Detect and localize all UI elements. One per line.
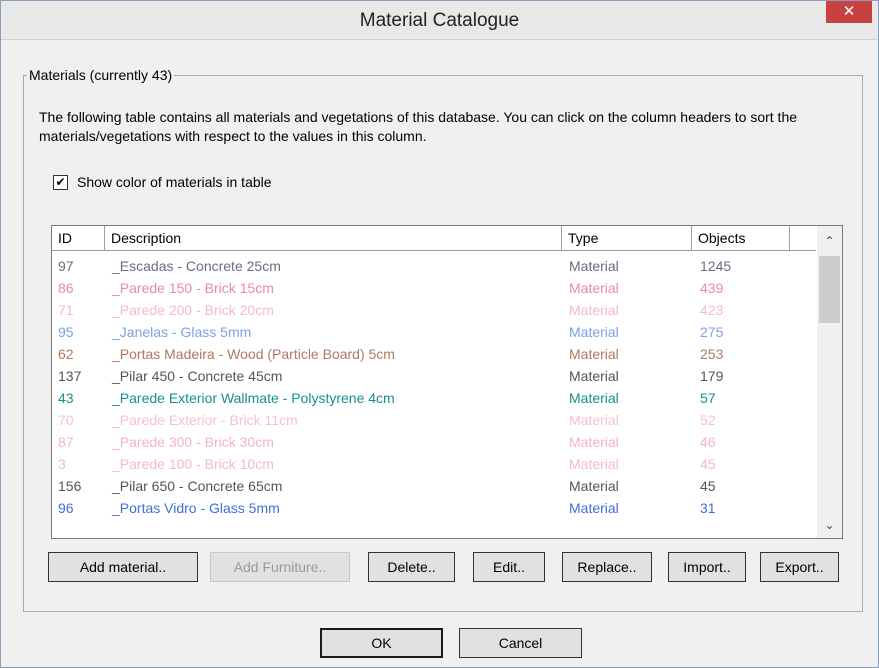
row-description-cell: _Parede 300 - Brick 30cm xyxy=(112,434,274,450)
row-type-cell: Material xyxy=(569,302,619,318)
row-id-cell: 95 xyxy=(58,324,74,340)
row-id-cell: 71 xyxy=(58,302,74,318)
table-row[interactable]: 62 _Portas Madeira - Wood (Particle Board… xyxy=(52,343,816,365)
row-id-cell: 62 xyxy=(58,346,74,362)
materials-group-legend: Materials (currently 43) xyxy=(27,67,175,83)
close-icon: ✕ xyxy=(842,3,856,20)
column-header-id[interactable]: ID xyxy=(52,226,105,250)
show-color-label: Show color of materials in table xyxy=(77,174,272,190)
row-type-cell: Material xyxy=(569,368,619,384)
table-row[interactable]: 95 _Janelas - Glass 5mm Material 275 xyxy=(52,321,816,343)
row-type-cell: Material xyxy=(569,434,619,450)
row-type-cell: Material xyxy=(569,412,619,428)
row-id-cell: 3 xyxy=(58,456,66,472)
row-id-cell: 96 xyxy=(58,500,74,516)
scroll-up-icon[interactable]: ⌃ xyxy=(817,230,842,252)
table-header: ID Description Type Objects xyxy=(52,226,816,251)
scroll-down-icon[interactable]: ⌄ xyxy=(817,514,842,536)
table-row[interactable]: 96 _Portas Vidro - Glass 5mm Material 31 xyxy=(52,497,816,519)
replace-button[interactable]: Replace.. xyxy=(562,552,652,582)
scroll-thumb[interactable] xyxy=(819,256,840,323)
delete-button[interactable]: Delete.. xyxy=(368,552,455,582)
dialog-window: Material Catalogue ✕ Materials (currentl… xyxy=(0,0,879,668)
show-color-checkbox-row[interactable]: ✔ Show color of materials in table xyxy=(53,172,272,192)
edit-button[interactable]: Edit.. xyxy=(473,552,545,582)
column-header-objects[interactable]: Objects xyxy=(692,226,790,250)
row-description-cell: _Pilar 650 - Concrete 65cm xyxy=(112,478,283,494)
row-id-cell: 87 xyxy=(58,434,74,450)
row-objects-cell: 1245 xyxy=(700,258,732,274)
row-id-cell: 70 xyxy=(58,412,74,428)
table-scrollbar[interactable]: ⌃ ⌄ xyxy=(817,226,842,538)
row-type-cell: Material xyxy=(569,280,619,296)
instruction-text: The following table contains all materia… xyxy=(39,109,798,144)
table-row[interactable]: 70 _Parede Exterior - Brick 11cm Material 5… xyxy=(52,409,816,431)
row-id-cell: 86 xyxy=(58,280,74,296)
column-header-description[interactable]: Description xyxy=(105,226,562,250)
row-type-cell: Material xyxy=(569,346,619,362)
table-row[interactable]: 156 _Pilar 650 - Concrete 65cm Material 45 xyxy=(52,475,816,497)
row-objects-cell: 179 xyxy=(700,368,724,384)
ok-button[interactable]: OK xyxy=(320,628,443,658)
window-title: Material Catalogue xyxy=(359,10,520,31)
row-description-cell: _Parede 100 - Brick 10cm xyxy=(112,456,274,472)
row-type-cell: Material xyxy=(569,258,619,274)
row-objects-cell: 439 xyxy=(700,280,724,296)
row-description-cell: _Pilar 450 - Concrete 45cm xyxy=(112,368,283,384)
table-row[interactable]: 43 _Parede Exterior Wallmate - Polystyren… xyxy=(52,387,816,409)
row-description-cell: _Escadas - Concrete 25cm xyxy=(112,258,281,274)
row-objects-cell: 46 xyxy=(700,434,716,450)
row-description-cell: _Parede 200 - Brick 20cm xyxy=(112,302,274,318)
add-material-button[interactable]: Add material.. xyxy=(48,552,198,582)
row-type-cell: Material xyxy=(569,456,619,472)
row-objects-cell: 275 xyxy=(700,324,724,340)
table-row[interactable]: 137 _Pilar 450 - Concrete 45cm Material 179 xyxy=(52,365,816,387)
table-row[interactable]: 3 _Parede 100 - Brick 10cm Material 45 xyxy=(52,453,816,475)
table-row[interactable]: 97 _Escadas - Concrete 25cm Material 1245 xyxy=(52,255,816,277)
checkmark-icon: ✔ xyxy=(55,174,66,189)
row-type-cell: Material xyxy=(569,478,619,494)
row-id-cell: 156 xyxy=(58,478,82,494)
row-type-cell: Material xyxy=(569,324,619,340)
cancel-button[interactable]: Cancel xyxy=(459,628,582,658)
close-button[interactable]: ✕ xyxy=(826,1,872,23)
row-objects-cell: 423 xyxy=(700,302,724,318)
row-objects-cell: 45 xyxy=(700,456,716,472)
export-button[interactable]: Export.. xyxy=(760,552,839,582)
row-description-cell: _Parede 150 - Brick 15cm xyxy=(112,280,274,296)
row-description-cell: _Janelas - Glass 5mm xyxy=(112,324,252,340)
row-id-cell: 43 xyxy=(58,390,74,406)
row-description-cell: _Parede Exterior - Brick 11cm xyxy=(112,412,298,428)
table-body: 97 _Escadas - Concrete 25cm Material 1245 86… xyxy=(52,255,816,519)
row-objects-cell: 57 xyxy=(700,390,716,406)
row-description-cell: _Portas Vidro - Glass 5mm xyxy=(112,500,280,516)
table-row[interactable]: 71 _Parede 200 - Brick 20cm Material 423 xyxy=(52,299,816,321)
add-furniture-button[interactable]: Add Furniture.. xyxy=(210,552,350,582)
row-objects-cell: 253 xyxy=(700,346,724,362)
row-description-cell: _Parede Exterior Wallmate - Polystyrene … xyxy=(112,390,395,406)
column-header-type[interactable]: Type xyxy=(562,226,692,250)
materials-table[interactable]: ID Description Type Objects 97 _Escadas -… xyxy=(51,225,843,539)
row-description-cell: _Portas Madeira - Wood (Particle Board) … xyxy=(112,346,395,362)
import-button[interactable]: Import.. xyxy=(668,552,746,582)
row-type-cell: Material xyxy=(569,390,619,406)
table-row[interactable]: 86 _Parede 150 - Brick 15cm Material 439 xyxy=(52,277,816,299)
show-color-checkbox[interactable]: ✔ xyxy=(53,174,68,190)
row-id-cell: 137 xyxy=(58,368,82,384)
table-row[interactable]: 87 _Parede 300 - Brick 30cm Material 46 xyxy=(52,431,816,453)
row-objects-cell: 31 xyxy=(700,500,716,516)
row-objects-cell: 45 xyxy=(700,478,716,494)
row-objects-cell: 52 xyxy=(700,412,716,428)
title-bar[interactable]: Material Catalogue ✕ xyxy=(1,1,878,40)
row-type-cell: Material xyxy=(569,500,619,516)
row-id-cell: 97 xyxy=(58,258,74,274)
